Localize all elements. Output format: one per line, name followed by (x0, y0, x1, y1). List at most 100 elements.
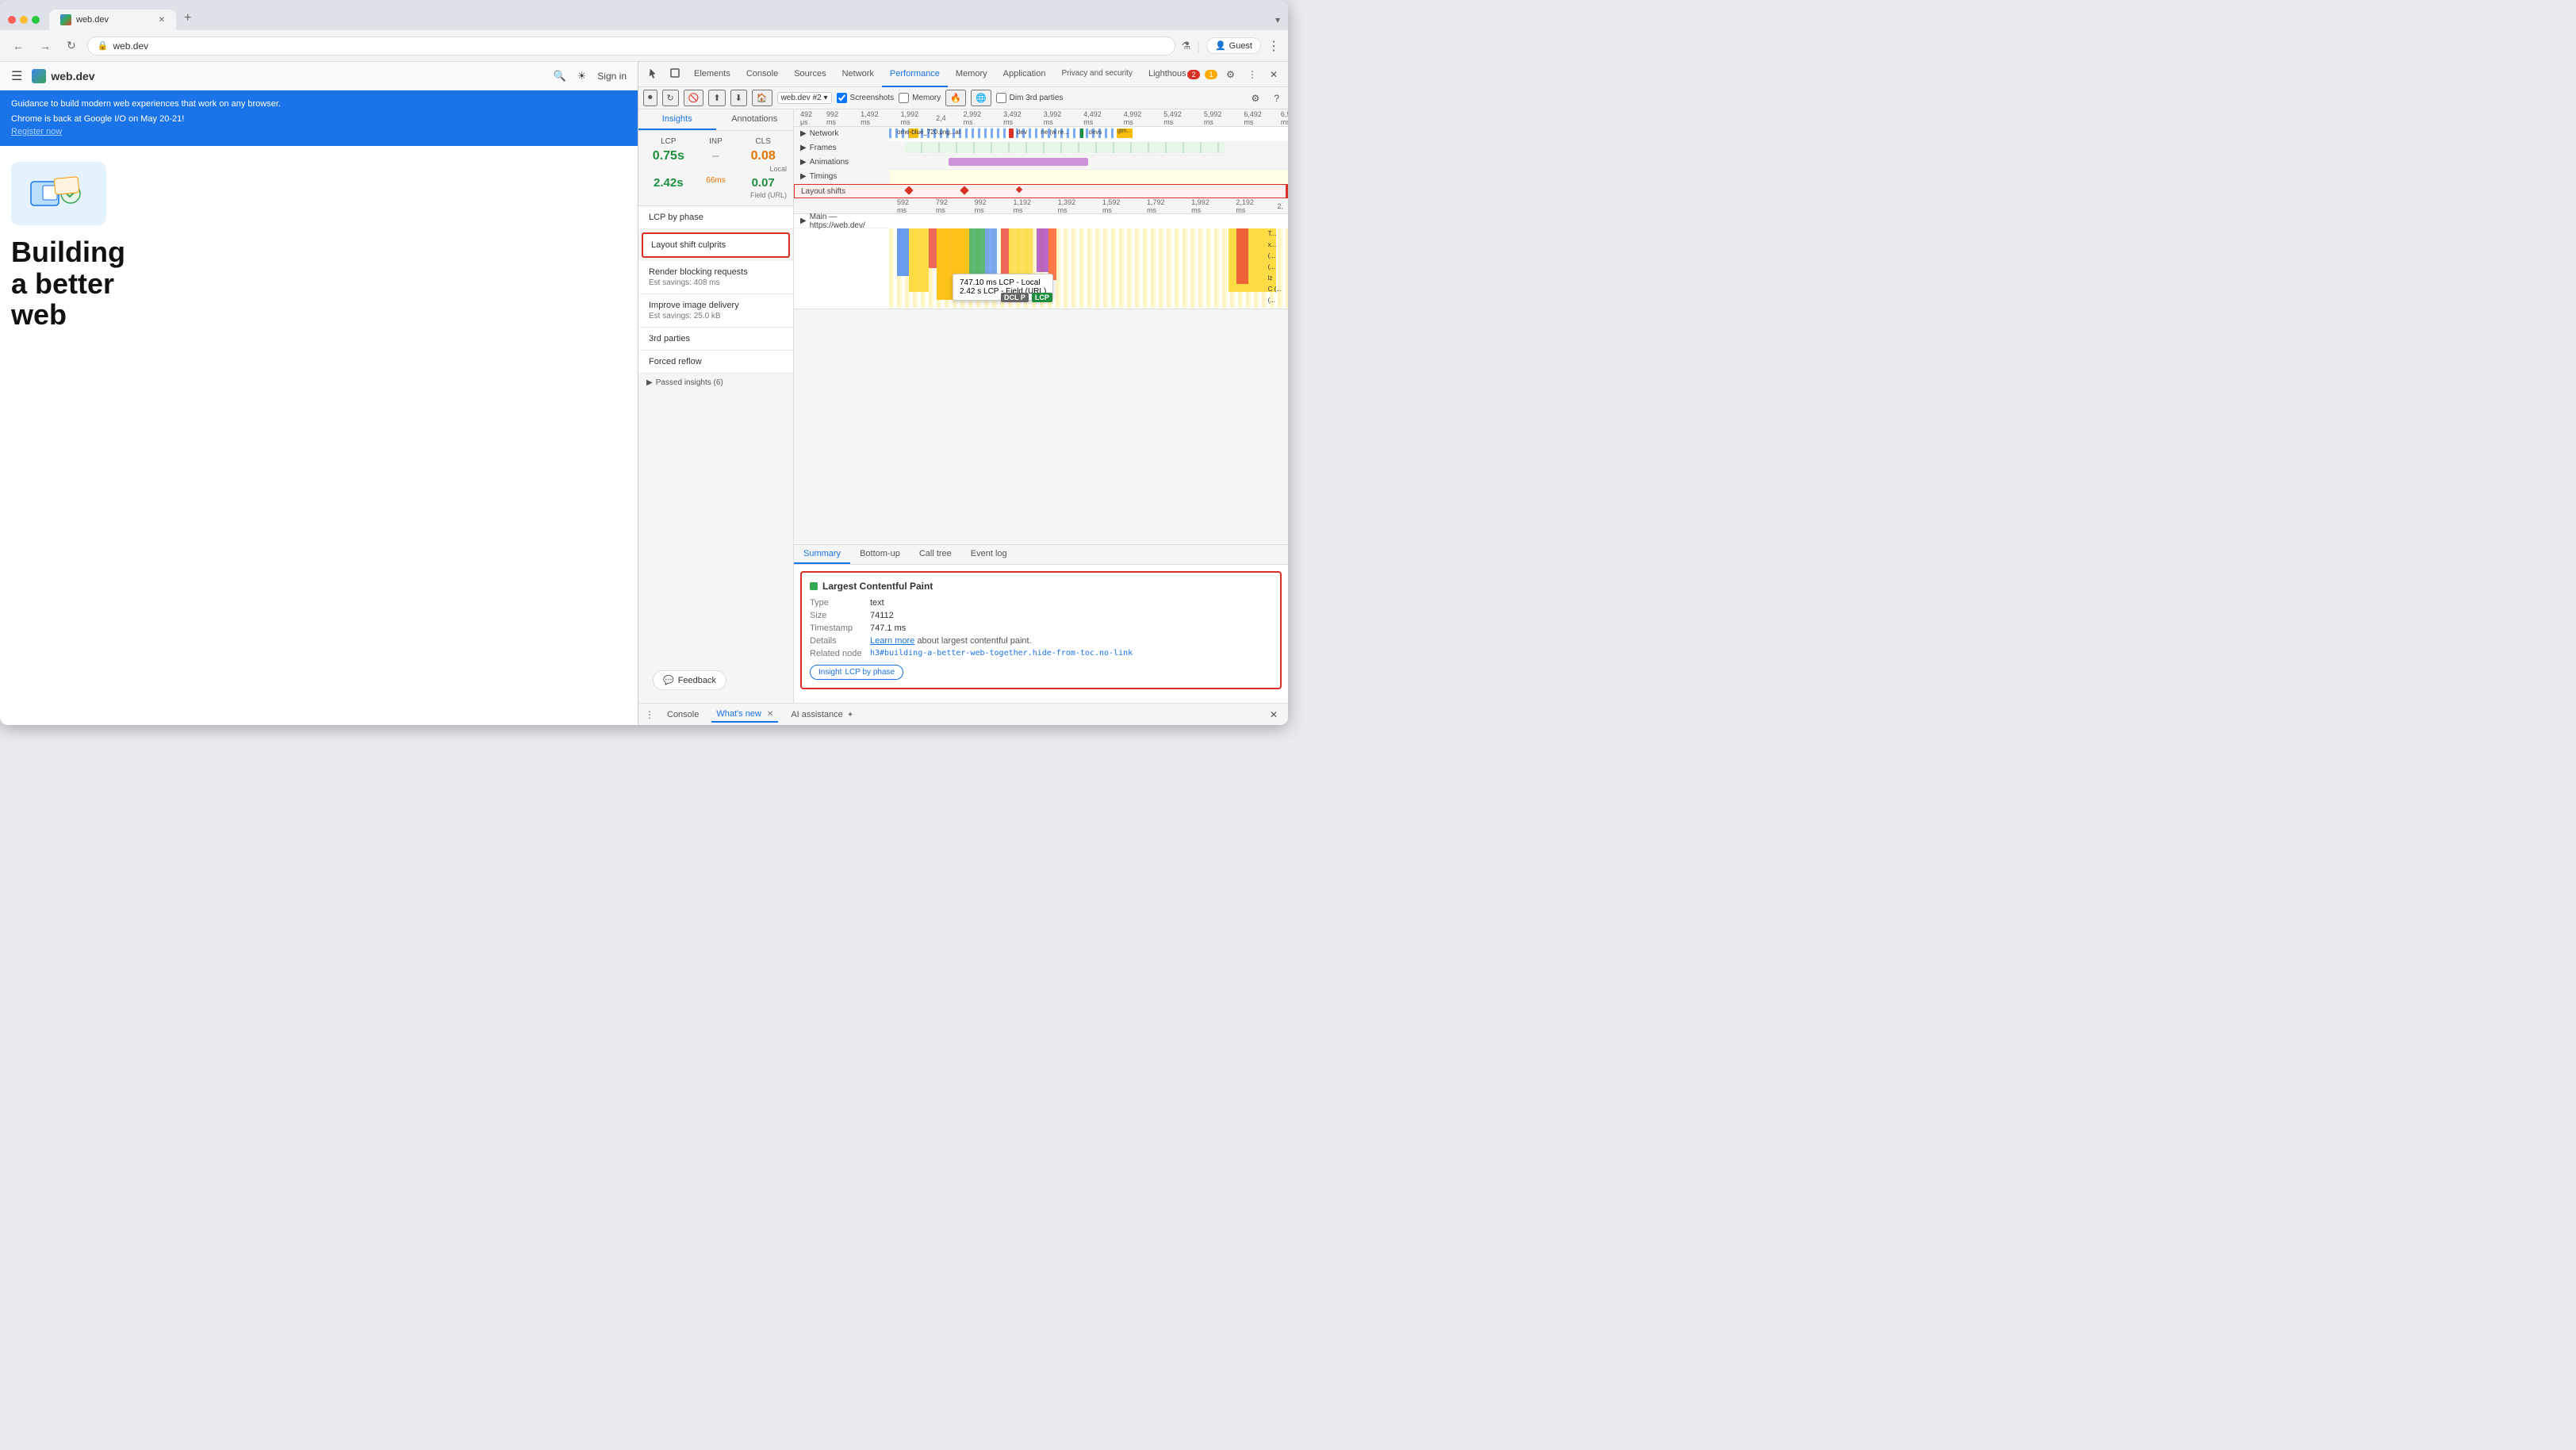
lcp-field-value: 2.42s (645, 176, 692, 190)
upload-button[interactable]: ⬆ (708, 90, 725, 106)
address-bar[interactable]: 🔒 web.dev (87, 36, 1175, 56)
ruler-mark-0: 492 μs (797, 110, 815, 126)
tab-network[interactable]: Network (834, 62, 882, 87)
dcl-badge: DCL P (1001, 293, 1029, 302)
settings-button[interactable]: ⚙ (1222, 67, 1239, 82)
bottom-ai-tab[interactable]: AI assistance ✦ (786, 708, 858, 722)
home-button[interactable]: 🏠 (752, 90, 772, 106)
reload-record-button[interactable]: ↻ (662, 90, 679, 106)
learn-more-link[interactable]: Learn more (870, 636, 914, 646)
tab-privacy[interactable]: Privacy and security (1053, 62, 1140, 87)
main-thread-url: Main — https://web.dev/ (810, 213, 889, 230)
tab-sources[interactable]: Sources (786, 62, 834, 87)
clear-button[interactable]: 🚫 (684, 90, 704, 106)
flame-icon[interactable]: 🔥 (945, 90, 966, 106)
track-frames-content[interactable] (889, 141, 1288, 155)
help-button[interactable]: ? (1270, 90, 1283, 106)
frames-expand-icon[interactable]: ▶ (800, 144, 807, 152)
logo-icon (32, 69, 46, 83)
tab-lighthouse[interactable]: Lighthouse (1140, 62, 1186, 87)
insight-render-blocking[interactable]: Render blocking requests Est savings: 40… (638, 261, 793, 294)
call-tree-tab[interactable]: Call tree (910, 545, 961, 564)
feedback-button[interactable]: 💬 Feedback (653, 670, 726, 690)
memory-checkbox[interactable] (899, 93, 909, 103)
refresh-button[interactable]: ↻ (62, 36, 81, 56)
main-content: ☰ web.dev 🔍 ☀ Sign in Guidance to build … (0, 62, 1288, 725)
flame-chart[interactable]: T... x... (... (... lz C (... (... F s..… (889, 228, 1288, 308)
fullscreen-traffic-light[interactable] (32, 16, 40, 24)
bottom-up-tab[interactable]: Bottom-up (850, 545, 910, 564)
tab-memory[interactable]: Memory (948, 62, 995, 87)
passed-insights-header[interactable]: ▶ Passed insights (6) (638, 374, 793, 392)
animations-expand-icon[interactable]: ▶ (800, 158, 807, 167)
tab-close-icon[interactable]: ✕ (159, 16, 165, 25)
more-button[interactable]: ⋮ (1267, 38, 1280, 54)
more-tools-button[interactable]: ⋮ (1244, 67, 1261, 82)
tab-console[interactable]: Console (738, 62, 786, 87)
lcp-details-text: Learn more about largest contentful pain… (870, 636, 1032, 646)
ruler-mark-5: 2,992 ms (953, 110, 993, 126)
menu-icon[interactable]: ☰ (11, 68, 22, 84)
track-network-content[interactable]: • ome-blue_720.png...ature_480... dev ne… (889, 127, 1288, 141)
close-traffic-light[interactable] (8, 16, 16, 24)
site-logo[interactable]: web.dev (32, 69, 94, 83)
tab-dropdown-icon[interactable]: ▾ (1275, 14, 1280, 25)
insight-image-delivery[interactable]: Improve image delivery Est savings: 25.0… (638, 294, 793, 328)
timings-expand-icon[interactable]: ▶ (800, 172, 807, 181)
record-button[interactable]: ⏺ (643, 90, 657, 106)
settings-perf-button[interactable]: ⚙ (1248, 90, 1264, 106)
event-log-tab[interactable]: Event log (961, 545, 1017, 564)
lcp-insight-button[interactable]: Insight LCP by phase (810, 665, 903, 680)
tab-application[interactable]: Application (995, 62, 1054, 87)
lcp-by-phase-btn-text: LCP by phase (845, 668, 895, 677)
more-options-icon[interactable]: ⋮ (645, 709, 654, 720)
lcp-size-value: 74112 (870, 611, 894, 620)
register-link[interactable]: Register now (11, 127, 62, 136)
dim-parties-checkbox[interactable] (996, 93, 1006, 103)
session-selector[interactable]: web.dev #2 ▾ (777, 92, 832, 104)
minimize-traffic-light[interactable] (20, 16, 28, 24)
active-tab[interactable]: web.dev ✕ (49, 10, 176, 30)
lcp-size-label: Size (810, 611, 865, 620)
tab-elements[interactable]: Elements (686, 62, 738, 87)
track-expand-icon[interactable]: ▶ (800, 129, 807, 138)
insight-lcp-by-phase[interactable]: LCP by phase (638, 206, 793, 229)
guest-button[interactable]: 👤 Guest (1206, 37, 1261, 54)
back-button[interactable]: ← (8, 36, 29, 56)
ruler-mark-7: 3,992 ms (1033, 110, 1073, 126)
device-toolbar-button[interactable] (665, 65, 684, 83)
track-animations-content[interactable] (889, 155, 1288, 170)
lcp-title-text: Largest Contentful Paint (822, 581, 933, 592)
experiments-icon[interactable]: ⚗ (1182, 40, 1191, 52)
close-devtools-button[interactable]: ✕ (1266, 67, 1282, 82)
insight-3rd-parties[interactable]: 3rd parties (638, 328, 793, 351)
track-timings-content[interactable] (889, 170, 1288, 184)
theme-icon[interactable]: ☀ (577, 70, 587, 82)
performance-subbar: ⏺ ↻ 🚫 ⬆ ⬇ 🏠 web.dev #2 ▾ Screenshots Mem… (638, 87, 1288, 109)
insights-tab[interactable]: Insights (638, 109, 716, 130)
tab-performance[interactable]: Performance (882, 62, 948, 87)
insight-layout-shift-culprits[interactable]: Layout shift culprits (642, 232, 790, 258)
main-expand-icon[interactable]: ▶ (800, 217, 807, 225)
network-throttle-button[interactable]: 🌐 (971, 90, 991, 106)
screenshots-checkbox[interactable] (837, 93, 847, 103)
annotations-tab[interactable]: Annotations (716, 109, 794, 130)
inspect-element-button[interactable] (645, 65, 664, 83)
insight-forced-reflow[interactable]: Forced reflow (638, 351, 793, 374)
forward-button[interactable]: → (35, 36, 56, 56)
signin-link[interactable]: Sign in (597, 71, 627, 82)
bottom-whats-new-tab[interactable]: What's new ✕ (711, 707, 778, 723)
download-button[interactable]: ⬇ (730, 90, 747, 106)
promo-cta-text: Chrome is back at Google I/O on May 20-2… (11, 114, 184, 124)
summary-tab[interactable]: Summary (794, 545, 850, 564)
bottom-console-tab[interactable]: Console (662, 708, 703, 722)
ruler-mark-12: 6,492 ms (1232, 110, 1273, 126)
search-icon[interactable]: 🔍 (553, 70, 565, 82)
bottom-close-button[interactable]: ✕ (1266, 707, 1282, 723)
ruler2-0: 592 ms (889, 198, 928, 214)
toolbar-icons: ⚗ | 👤 Guest ⋮ (1182, 37, 1280, 54)
spacer (638, 392, 793, 658)
whats-new-close-icon[interactable]: ✕ (767, 710, 773, 719)
track-layout-shifts-content[interactable] (890, 184, 1287, 198)
new-tab-button[interactable]: + (178, 10, 197, 27)
